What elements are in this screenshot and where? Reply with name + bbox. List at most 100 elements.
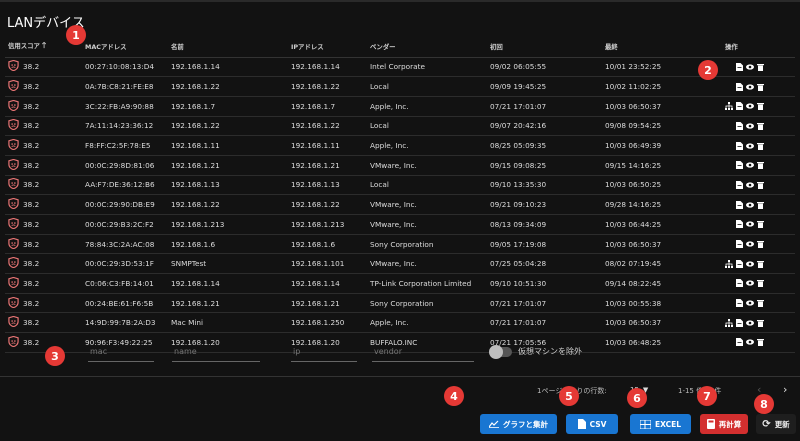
- file-icon[interactable]: [736, 220, 743, 229]
- vendor-filter-input[interactable]: [372, 342, 474, 362]
- annotation-badge-2: 2: [698, 60, 718, 80]
- trust-score-value: 38.2: [23, 62, 40, 72]
- mac-filter-input[interactable]: [88, 342, 154, 362]
- table-row[interactable]: 38.2 00:0C:29:3D:53:1F SNMPTest 192.168.1.1…: [5, 253, 795, 275]
- file-icon[interactable]: [736, 121, 743, 130]
- table-row[interactable]: 38.2 78:84:3C:2A:AC:08 192.168.1.6 192.168.…: [5, 234, 795, 255]
- last-cell: 10/03 06:50:25: [602, 175, 722, 196]
- actions-cell: [722, 312, 795, 334]
- file-icon[interactable]: [736, 141, 743, 150]
- ip-cell: 192.168.1.14: [288, 273, 367, 294]
- exclude-vm-toggle[interactable]: [489, 345, 512, 359]
- trust-score-shield-icon: [8, 276, 19, 290]
- table-row[interactable]: 38.2 14:9D:99:7B:2A:D3 Mac Mini 192.168.1.2…: [5, 312, 795, 334]
- trash-icon[interactable]: [757, 240, 764, 249]
- vendor-cell: TP-Link Corporation Limited: [367, 273, 487, 294]
- last-cell: 08/02 07:19:45: [602, 253, 722, 275]
- first-cell: 09/02 06:05:55: [487, 57, 602, 78]
- file-icon[interactable]: [736, 200, 743, 209]
- trash-icon[interactable]: [757, 161, 764, 170]
- trash-icon[interactable]: [757, 201, 764, 209]
- trash-icon[interactable]: [757, 319, 764, 327]
- eye-icon[interactable]: [746, 220, 754, 228]
- table-row[interactable]: 38.2 AA:F7:DE:36:12:B6 192.168.1.13 192.168…: [5, 175, 795, 196]
- file-icon[interactable]: [736, 62, 743, 71]
- vendor-cell: VMware, Inc.: [367, 155, 487, 176]
- trash-icon[interactable]: [757, 279, 764, 288]
- file-icon[interactable]: [736, 240, 743, 249]
- eye-icon[interactable]: [746, 319, 754, 327]
- column-header-vendor[interactable]: ベンダー: [367, 37, 487, 58]
- trash-icon[interactable]: [757, 83, 764, 91]
- trust-score-shield-icon: [8, 217, 19, 231]
- next-page-icon[interactable]: ›: [783, 383, 787, 396]
- eye-icon[interactable]: [746, 83, 754, 91]
- recalculate-button[interactable]: 再計算: [700, 414, 748, 434]
- table-row[interactable]: 38.2 7A:11:14:23:36:12 192.168.1.22 192.168…: [5, 116, 795, 137]
- excel-export-button[interactable]: EXCEL: [630, 414, 691, 434]
- eye-icon[interactable]: [746, 63, 754, 71]
- graph-summary-button[interactable]: グラフと集計: [480, 414, 557, 434]
- trash-icon[interactable]: [757, 102, 764, 111]
- column-header-first[interactable]: 初回: [487, 37, 602, 58]
- ip-cell: 192.168.1.213: [288, 214, 367, 235]
- file-icon[interactable]: [736, 318, 743, 327]
- file-icon[interactable]: [736, 299, 743, 308]
- eye-icon[interactable]: [746, 240, 754, 248]
- table-row[interactable]: 38.2 00:0C:29:B3:2C:F2 192.168.1.213 192.16…: [5, 214, 795, 235]
- eye-icon[interactable]: [746, 299, 754, 307]
- refresh-button[interactable]: ⟳ 更新: [756, 414, 796, 434]
- file-icon[interactable]: [736, 161, 743, 170]
- file-icon[interactable]: [736, 279, 743, 288]
- eye-icon[interactable]: [746, 102, 754, 110]
- table-row[interactable]: 38.2 0A:7B:C8:21:FE:E8 192.168.1.22 192.168…: [5, 76, 795, 97]
- eye-icon[interactable]: [746, 181, 754, 189]
- file-icon[interactable]: [736, 82, 743, 91]
- trash-icon[interactable]: [757, 122, 764, 130]
- table-row[interactable]: 38.2 00:0C:29:90:DB:E9 192.168.1.22 192.168…: [5, 194, 795, 215]
- last-cell: 10/03 06:50:37: [602, 96, 722, 117]
- eye-icon[interactable]: [746, 142, 754, 150]
- actions-cell: [722, 116, 795, 137]
- first-cell: 07/21 17:01:07: [487, 96, 602, 117]
- trash-icon[interactable]: [757, 142, 764, 150]
- score-cell: 38.2: [5, 234, 82, 255]
- table-row[interactable]: 38.2 00:27:10:08:13:D4 192.168.1.14 192.168…: [5, 57, 795, 78]
- chart-line-icon: [489, 420, 499, 428]
- column-header-mac[interactable]: MACアドレス: [82, 37, 168, 58]
- network-icon[interactable]: [725, 102, 733, 111]
- trash-icon[interactable]: [757, 299, 764, 308]
- ip-cell: 192.168.1.21: [288, 155, 367, 176]
- column-header-name[interactable]: 名前: [168, 37, 288, 58]
- network-icon[interactable]: [725, 259, 733, 268]
- csv-export-button[interactable]: CSV: [566, 414, 618, 434]
- score-cell: 38.2: [5, 155, 82, 176]
- table-row[interactable]: 38.2 3C:22:FB:A9:90:88 192.168.1.7 192.168.…: [5, 96, 795, 117]
- first-cell: 09/07 20:42:16: [487, 116, 602, 137]
- file-icon[interactable]: [736, 259, 743, 268]
- file-icon[interactable]: [736, 102, 743, 111]
- ip-filter-input[interactable]: [291, 342, 357, 362]
- score-cell: 38.2: [5, 194, 82, 215]
- trash-icon[interactable]: [757, 63, 764, 71]
- eye-icon[interactable]: [746, 122, 754, 130]
- table-row[interactable]: 38.2 00:24:BE:61:F6:5B 192.168.1.21 192.168…: [5, 293, 795, 314]
- column-header-ip[interactable]: IPアドレス: [288, 37, 367, 58]
- eye-icon[interactable]: [746, 161, 754, 169]
- sort-arrow-up-icon[interactable]: 🡑: [42, 41, 46, 50]
- annotation-badge-5: 5: [559, 386, 579, 406]
- name-filter-input[interactable]: [172, 342, 260, 362]
- trash-icon[interactable]: [757, 181, 764, 189]
- mac-cell: 00:27:10:08:13:D4: [82, 57, 168, 78]
- file-icon[interactable]: [736, 180, 743, 189]
- network-icon[interactable]: [725, 318, 733, 327]
- table-row[interactable]: 38.2 C0:06:C3:FB:14:01 192.168.1.14 192.168…: [5, 273, 795, 294]
- trash-icon[interactable]: [757, 260, 764, 268]
- table-row[interactable]: 38.2 00:0C:29:8D:81:06 192.168.1.21 192.168…: [5, 155, 795, 176]
- trash-icon[interactable]: [757, 220, 764, 229]
- table-row[interactable]: 38.2 F8:FF:C2:5F:78:E5 192.168.1.11 192.168…: [5, 135, 795, 156]
- eye-icon[interactable]: [746, 260, 754, 268]
- column-header-last[interactable]: 最終: [602, 37, 722, 58]
- eye-icon[interactable]: [746, 201, 754, 209]
- eye-icon[interactable]: [746, 279, 754, 287]
